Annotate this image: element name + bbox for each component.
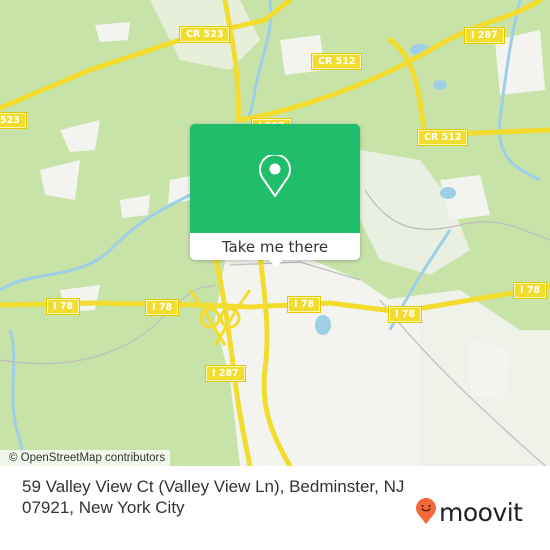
moovit-pin-smile-icon (415, 497, 437, 529)
road-label-cr512-east: CR 512 (418, 130, 468, 145)
take-me-there-button[interactable]: Take me there (190, 233, 360, 260)
road-label-i78-center: I 78 (146, 300, 179, 315)
road-label-i287: I 287 (465, 28, 504, 43)
popup-pointer (267, 258, 285, 267)
destination-popup: Take me there (190, 124, 360, 267)
destination-address: 59 Valley View Ct (Valley View Ln), Bedm… (22, 477, 405, 517)
road-label-cr523-west: 523 (0, 113, 26, 128)
moovit-logo[interactable]: moovit (415, 497, 523, 529)
map-pin-icon (255, 153, 295, 203)
road-label-i78-east: I 78 (288, 297, 321, 312)
road-label-i78-far-east: I 78 (514, 283, 547, 298)
road-label-i78-west: I 78 (47, 299, 80, 314)
popup-pin-area[interactable] (190, 124, 360, 233)
map-attribution[interactable]: © OpenStreetMap contributors (0, 450, 171, 466)
road-label-cr523: CR 523 (180, 27, 230, 42)
road-label-i287-south: I 287 (206, 366, 245, 381)
road-label-i78-mid: I 78 (389, 307, 422, 322)
road-label-cr512: CR 512 (312, 54, 362, 69)
moovit-wordmark: moovit (439, 498, 523, 527)
